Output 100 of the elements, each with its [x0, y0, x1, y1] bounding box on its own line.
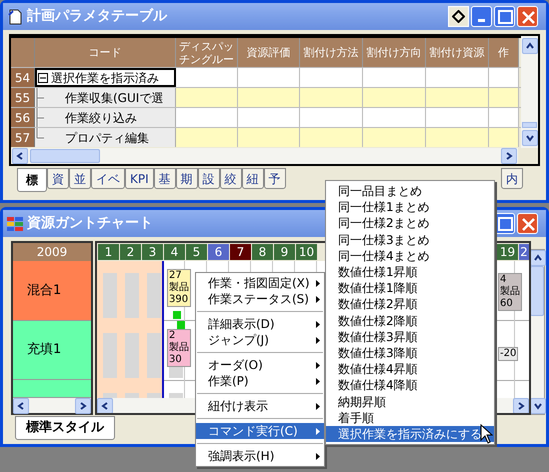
table-cell[interactable] — [238, 128, 300, 147]
gantt-bar[interactable]: 4 製品 60 — [498, 273, 522, 311]
table-cell[interactable] — [489, 108, 519, 127]
day-header: 7 — [230, 244, 251, 260]
menu-item[interactable]: ジャンプ(J) — [196, 332, 324, 348]
close-button[interactable] — [517, 213, 538, 234]
menu-item[interactable]: 数値仕様4昇順 — [326, 361, 494, 378]
menu-item[interactable]: 強調表示(H) — [196, 448, 324, 464]
scroll-thumb[interactable] — [530, 266, 544, 316]
code-cell[interactable]: 選択作業を指示済み — [35, 68, 176, 87]
scroll-right-button[interactable] — [513, 398, 529, 413]
table-cell[interactable] — [238, 68, 300, 87]
menu-item[interactable]: コマンド実行(C) — [196, 423, 324, 439]
column-header[interactable]: 割付け資源 — [426, 38, 489, 67]
menu-item[interactable]: 同一仕様1まとめ — [326, 199, 494, 216]
tab[interactable]: 標準スタイル — [15, 416, 115, 440]
scroll-down-button[interactable] — [522, 130, 538, 146]
menu-item[interactable]: 納期昇順 — [326, 393, 494, 410]
tab[interactable]: 絞 — [220, 168, 242, 189]
gantt-bar[interactable]: 27 製品 390 — [167, 269, 191, 307]
code-cell[interactable]: 作業絞り込み — [35, 108, 176, 127]
column-header[interactable]: 作 — [489, 38, 519, 67]
chevron-right-icon — [516, 400, 526, 410]
scroll-up-button[interactable] — [530, 250, 546, 266]
tab[interactable]: 標 — [17, 168, 47, 192]
menu-item[interactable]: 数値仕様3昇順 — [326, 328, 494, 345]
menu-item[interactable]: 数値仕様1降順 — [326, 280, 494, 296]
tab[interactable]: KPI — [125, 168, 154, 189]
menu-item[interactable]: 数値仕様3降順 — [326, 344, 494, 362]
table-cell[interactable] — [300, 68, 363, 87]
scroll-left-button[interactable] — [97, 398, 113, 413]
menu-item[interactable]: 数値仕様4降順 — [326, 377, 494, 394]
table-cell[interactable] — [363, 88, 426, 107]
table-cell[interactable] — [176, 108, 238, 127]
table-cell[interactable] — [426, 128, 489, 147]
scroll-thumb[interactable] — [522, 122, 537, 128]
table-cell[interactable] — [300, 108, 363, 127]
table-cell[interactable] — [176, 88, 238, 107]
menu-item[interactable]: 数値仕様1昇順 — [326, 264, 494, 280]
menu-item[interactable]: 作業・指図固定(X) — [196, 275, 324, 291]
table-cell[interactable] — [489, 88, 519, 107]
scroll-thumb[interactable] — [30, 149, 100, 163]
menu-item[interactable]: 作業(P) — [196, 373, 324, 389]
menu-item[interactable]: 数値仕様2昇順 — [326, 296, 494, 312]
table-cell[interactable] — [426, 88, 489, 107]
pin-button[interactable] — [448, 6, 469, 27]
scroll-right-button[interactable] — [501, 148, 517, 164]
tab[interactable]: 並 — [69, 168, 91, 189]
scroll-up-button[interactable] — [522, 38, 538, 54]
column-header[interactable]: コード — [35, 38, 176, 67]
table-cell[interactable] — [238, 88, 300, 107]
column-header[interactable]: ディスパッチングルー — [176, 38, 238, 67]
tab[interactable]: 期 — [176, 168, 198, 189]
table-cell[interactable] — [363, 108, 426, 127]
tab[interactable]: 紐 — [242, 168, 264, 189]
scroll-right-button[interactable] — [75, 398, 91, 414]
submenu-arrow-icon — [316, 452, 320, 460]
resource-label: 混合1 — [13, 261, 91, 321]
table-cell[interactable] — [176, 128, 238, 147]
menu-item[interactable]: オーダ(O) — [196, 357, 324, 373]
minimize-button[interactable] — [471, 6, 492, 27]
column-header[interactable]: 割付け方法 — [300, 38, 363, 67]
tab[interactable]: 資 — [47, 168, 69, 189]
column-header[interactable]: 資源評価 — [238, 38, 300, 67]
idle-block — [125, 273, 139, 318]
table-cell[interactable] — [489, 68, 519, 87]
table-cell[interactable] — [363, 128, 426, 147]
tab[interactable]: 基 — [154, 168, 176, 189]
maximize-button[interactable] — [494, 6, 515, 27]
menu-item[interactable]: 選択作業を指示済みにする — [326, 426, 494, 442]
scroll-left-button[interactable] — [12, 148, 28, 164]
table-cell[interactable] — [426, 108, 489, 127]
menu-item[interactable]: 同一品目まとめ — [326, 183, 494, 200]
code-cell[interactable]: 作業収集(GUIで選 — [35, 88, 176, 107]
table-cell[interactable] — [300, 128, 363, 147]
menu-item[interactable]: 同一仕様4まとめ — [326, 248, 494, 264]
menu-item[interactable]: 着手順 — [326, 410, 494, 426]
gantt-bar[interactable]: 2 製品 30 — [167, 329, 191, 367]
menu-item[interactable]: 同一仕様2まとめ — [326, 215, 494, 232]
table-cell[interactable] — [238, 108, 300, 127]
table-cell[interactable] — [300, 88, 363, 107]
tab[interactable]: 内 — [501, 168, 523, 189]
code-cell[interactable]: プロパティ編集 — [35, 128, 176, 147]
table-cell[interactable] — [363, 68, 426, 87]
tab[interactable]: イベ — [91, 168, 125, 189]
table-cell[interactable] — [426, 68, 489, 87]
tab[interactable]: 設 — [198, 168, 220, 189]
menu-item[interactable]: 詳細表示(D) — [196, 316, 324, 332]
menu-item[interactable]: 作業ステータス(S) — [196, 291, 324, 307]
table-cell[interactable] — [176, 68, 238, 87]
tab[interactable]: 予 — [264, 168, 286, 189]
close-button[interactable] — [517, 6, 538, 27]
bar-label: 4 — [500, 274, 508, 286]
scroll-down-button[interactable] — [530, 398, 546, 414]
menu-item[interactable]: 同一仕様3まとめ — [326, 232, 494, 248]
menu-item[interactable]: 数値仕様2降順 — [326, 312, 494, 329]
table-cell[interactable] — [489, 128, 519, 147]
collapse-toggle[interactable] — [38, 72, 48, 82]
column-header[interactable]: 割付け方向 — [363, 38, 426, 67]
scroll-left-button[interactable] — [13, 398, 29, 414]
